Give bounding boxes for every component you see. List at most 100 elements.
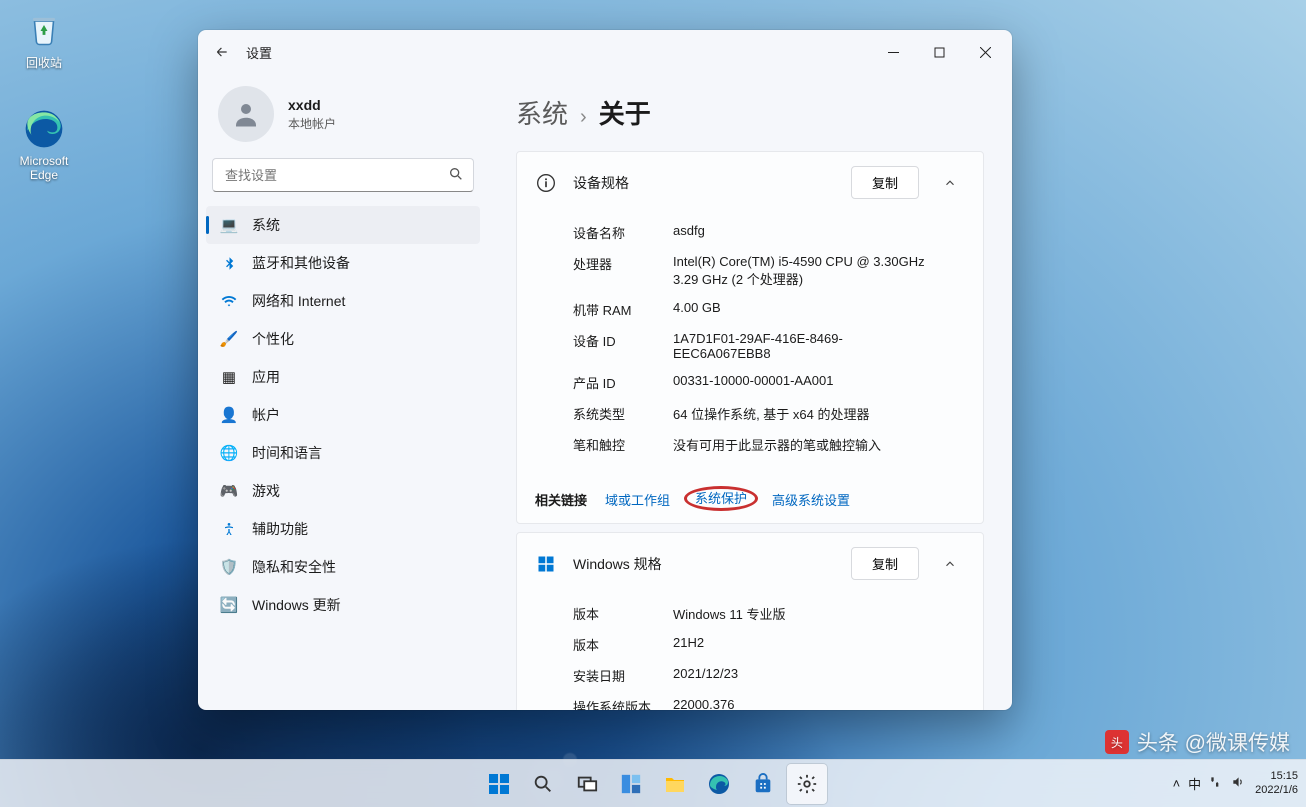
- desktop-icon-edge[interactable]: Microsoft Edge: [6, 108, 82, 182]
- user-type: 本地帐户: [288, 115, 336, 132]
- nav-item-bluetooth[interactable]: 蓝牙和其他设备: [206, 244, 480, 282]
- breadcrumb-parent[interactable]: 系统: [516, 94, 568, 131]
- watermark-text: 头条 @微课传媒: [1137, 727, 1290, 757]
- nav-item-update[interactable]: 🔄Windows 更新: [206, 586, 480, 624]
- nav-item-label: 网络和 Internet: [252, 291, 345, 311]
- nav-item-label: 应用: [252, 367, 280, 387]
- device-specs-card: 设备规格 复制 设备名称asdfg处理器Intel(R) Core(TM) i5…: [516, 151, 984, 524]
- spec-row: 设备名称asdfg: [573, 217, 965, 248]
- spec-row: 版本Windows 11 专业版: [573, 598, 965, 629]
- link-domain-workgroup[interactable]: 域或工作组: [605, 490, 670, 509]
- spec-row: 机带 RAM4.00 GB: [573, 294, 965, 325]
- spec-row: 版本21H2: [573, 629, 965, 660]
- nav-item-personalization[interactable]: 🖌️ 个性化: [206, 320, 480, 358]
- tray-time: 15:15: [1255, 770, 1298, 784]
- nav-item-accounts[interactable]: 👤帐户: [206, 396, 480, 434]
- nav-item-privacy[interactable]: 🛡️ 隐私和安全性: [206, 548, 480, 586]
- store-button[interactable]: [743, 764, 783, 804]
- tray-chevron-icon[interactable]: ˄: [1173, 776, 1181, 791]
- chevron-up-icon[interactable]: [935, 168, 965, 198]
- accounts-icon: 👤: [220, 406, 238, 424]
- highlight-circle: 系统保护: [684, 486, 758, 511]
- privacy-icon: 🛡️: [220, 558, 238, 576]
- sidebar: xxdd 本地帐户 💻系统蓝牙和其他设备网络和 Internet 🖌️ 个性化 ▦ 应用…: [198, 74, 488, 710]
- minimize-button[interactable]: [870, 32, 916, 72]
- nav-item-network[interactable]: 网络和 Internet: [206, 282, 480, 320]
- spec-label: 安装日期: [573, 666, 673, 685]
- edge-icon: [23, 108, 65, 150]
- spec-row: 系统类型64 位操作系统, 基于 x64 的处理器: [573, 398, 965, 429]
- spec-value: Intel(R) Core(TM) i5-4590 CPU @ 3.30GHz …: [673, 254, 933, 288]
- nav-item-label: 隐私和安全性: [252, 557, 336, 577]
- spec-value: 1A7D1F01-29AF-416E-8469-EEC6A067EBB8: [673, 331, 933, 361]
- tray-ime[interactable]: 中: [1188, 774, 1201, 793]
- spec-label: 机带 RAM: [573, 300, 673, 319]
- related-links-row: 相关链接 域或工作组 系统保护 高级系统设置: [517, 476, 983, 523]
- nav-item-label: 游戏: [252, 481, 280, 501]
- chevron-up-icon[interactable]: [935, 549, 965, 579]
- edge-button[interactable]: [699, 764, 739, 804]
- nav-item-gaming[interactable]: 🎮 游戏: [206, 472, 480, 510]
- copy-button[interactable]: 复制: [851, 166, 919, 199]
- start-button[interactable]: [479, 764, 519, 804]
- spec-value: 2021/12/23: [673, 666, 933, 685]
- search-icon: [448, 166, 464, 187]
- taskbar: ˄ 中 15:15 2022/1/6: [0, 759, 1306, 807]
- nav-item-label: 个性化: [252, 329, 294, 349]
- personalization-icon: 🖌️: [220, 330, 238, 348]
- recycle-bin-icon: [23, 8, 65, 50]
- maximize-button[interactable]: [916, 32, 962, 72]
- nav-item-system[interactable]: 💻系统: [206, 206, 480, 244]
- spec-label: 产品 ID: [573, 373, 673, 392]
- tray-clock[interactable]: 15:15 2022/1/6: [1255, 770, 1298, 798]
- info-icon: [535, 172, 557, 194]
- nav-item-time[interactable]: 🌐时间和语言: [206, 434, 480, 472]
- spec-value: 22000.376: [673, 697, 933, 710]
- back-button[interactable]: [202, 32, 242, 72]
- copy-button[interactable]: 复制: [851, 547, 919, 580]
- spec-label: 版本: [573, 604, 673, 623]
- spec-row: 安装日期2021/12/23: [573, 660, 965, 691]
- update-icon: 🔄: [220, 596, 238, 614]
- network-icon: [220, 292, 238, 310]
- time-icon: 🌐: [220, 444, 238, 462]
- spec-value: Windows 11 专业版: [673, 604, 933, 623]
- tray-network-icon[interactable]: [1209, 775, 1223, 792]
- nav-item-label: 系统: [252, 215, 280, 235]
- close-button[interactable]: [962, 32, 1008, 72]
- gaming-icon: 🎮: [220, 482, 238, 500]
- desktop-icon-recycle-bin[interactable]: 回收站: [6, 8, 82, 71]
- widgets-button[interactable]: [611, 764, 651, 804]
- search-input[interactable]: [212, 158, 474, 192]
- spec-label: 操作系统版本: [573, 697, 673, 710]
- task-view-button[interactable]: [567, 764, 607, 804]
- windows-icon: [535, 553, 557, 575]
- tray-volume-icon[interactable]: [1231, 775, 1245, 792]
- taskbar-search-button[interactable]: [523, 764, 563, 804]
- link-advanced-settings[interactable]: 高级系统设置: [772, 490, 850, 509]
- titlebar: 设置: [198, 30, 1012, 74]
- spec-label: 版本: [573, 635, 673, 654]
- nav-item-accessibility[interactable]: 辅助功能: [206, 510, 480, 548]
- watermark: 头 头条 @微课传媒: [1105, 727, 1290, 757]
- search-box[interactable]: [212, 158, 474, 192]
- avatar: [218, 86, 274, 142]
- accessibility-icon: [220, 520, 238, 538]
- nav-item-label: 辅助功能: [252, 519, 308, 539]
- file-explorer-button[interactable]: [655, 764, 695, 804]
- apps-icon: ▦: [220, 368, 238, 386]
- taskbar-center: [479, 764, 827, 804]
- nav-list: 💻系统蓝牙和其他设备网络和 Internet🖌️个性化▦应用👤帐户🌐时间和语言🎮…: [198, 206, 488, 624]
- nav-item-apps[interactable]: ▦ 应用: [206, 358, 480, 396]
- user-row[interactable]: xxdd 本地帐户: [198, 78, 488, 158]
- spec-value: 64 位操作系统, 基于 x64 的处理器: [673, 404, 933, 423]
- settings-window: 设置 xxdd 本地帐户: [198, 30, 1012, 710]
- spec-label: 设备名称: [573, 223, 673, 242]
- spec-row: 产品 ID00331-10000-00001-AA001: [573, 367, 965, 398]
- windows-specs-card: Windows 规格 复制 版本Windows 11 专业版版本21H2安装日期…: [516, 532, 984, 710]
- bluetooth-icon: [220, 254, 238, 272]
- settings-taskbar-button[interactable]: [787, 764, 827, 804]
- card-title: 设备规格: [573, 173, 835, 193]
- link-system-protection[interactable]: 系统保护: [684, 490, 758, 509]
- chevron-right-icon: ›: [580, 106, 587, 129]
